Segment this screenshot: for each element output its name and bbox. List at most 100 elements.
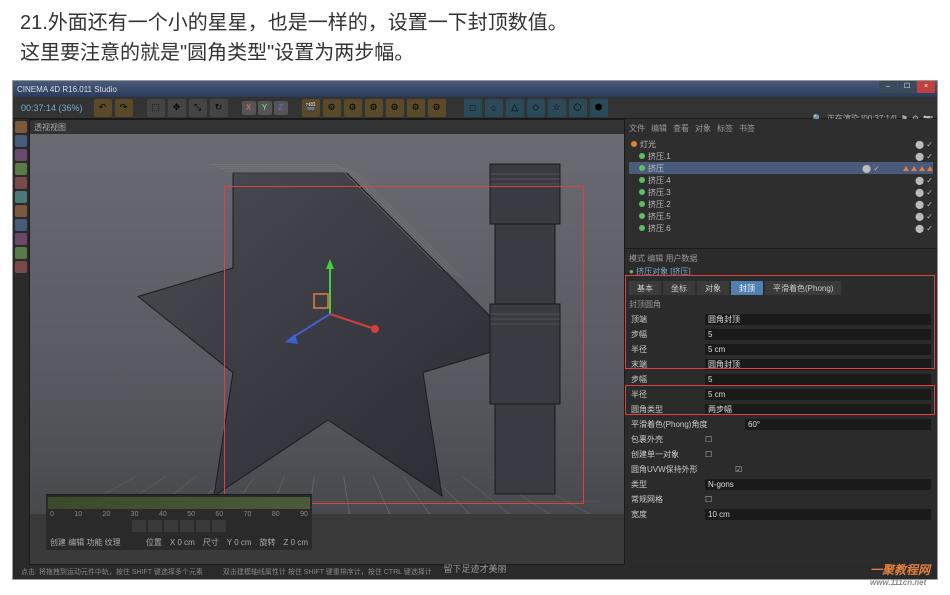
input[interactable]: 60°	[745, 419, 931, 430]
timeline[interactable]: 010 2030 4050 6070 8090	[46, 494, 312, 534]
attr-row: 圆角UVW保持外形☑	[629, 462, 933, 477]
attr-row: 类型N-gons	[629, 477, 933, 492]
hint-text: 双击建模轴线属性计 按住 SHIFT 键重排序计，按住 CTRL 键选择计	[223, 567, 432, 577]
input[interactable]: 5	[705, 374, 931, 385]
obj-tab[interactable]: 标签	[717, 123, 733, 134]
timeline-frames: 010 2030 4050 6070 8090	[46, 511, 312, 518]
tree-item: 挤压.4⬤ ✓	[629, 174, 933, 186]
render-icon[interactable]: 🎬	[302, 99, 320, 117]
object-manager[interactable]: 文件 编辑 查看 对象 标签 书签 灯光⬤ ✓ 挤压.1⬤ ✓ 挤压⬤ ✓ 挤压…	[625, 119, 937, 249]
watermark: 留下足迹才美丽	[443, 562, 506, 575]
tree-item: 挤压.6⬤ ✓	[629, 222, 933, 234]
rotate-tool-icon[interactable]: ↻	[210, 99, 228, 117]
titlebar: CINEMA 4D R16.011 Studio – ☐ ×	[13, 81, 937, 97]
minimize-button[interactable]: –	[879, 81, 897, 93]
checkbox[interactable]: ☑	[735, 465, 742, 474]
viewport[interactable]: 透视视图	[29, 119, 625, 565]
site-logo: 一聚教程网 www.111cn.net	[870, 561, 930, 587]
mode-icon[interactable]	[15, 177, 27, 189]
dropdown[interactable]: N-gons	[705, 479, 931, 490]
viewport-tab[interactable]: 透视视图	[34, 122, 66, 133]
select-tool-icon[interactable]: ⬚	[147, 99, 165, 117]
maximize-button[interactable]: ☐	[898, 81, 916, 93]
mode-icon[interactable]	[15, 219, 27, 231]
mode-icon[interactable]	[15, 149, 27, 161]
move-tool-icon[interactable]: ✥	[168, 99, 186, 117]
mode-icon[interactable]	[15, 205, 27, 217]
prev-frame-icon[interactable]	[148, 520, 162, 532]
tree-item: 挤压.1⬤ ✓	[629, 150, 933, 162]
timeline-track[interactable]	[48, 497, 310, 509]
instruction-line2: 这里要注意的就是"圆角类型"设置为两步幅。	[20, 38, 930, 68]
right-panels: 文件 编辑 查看 对象 标签 书签 灯光⬤ ✓ 挤压.1⬤ ✓ 挤压⬤ ✓ 挤压…	[625, 119, 937, 565]
tool-icon[interactable]: ⚙	[323, 99, 341, 117]
next-frame-icon[interactable]	[180, 520, 194, 532]
first-frame-icon[interactable]	[132, 520, 146, 532]
primitive-icon[interactable]: ⬢	[590, 99, 608, 117]
tree-item: 挤压⬤ ✓	[629, 162, 933, 174]
tree-item: 挤压.3⬤ ✓	[629, 186, 933, 198]
record-icon[interactable]	[212, 520, 226, 532]
play-icon[interactable]	[164, 520, 178, 532]
mode-icon[interactable]	[15, 121, 27, 133]
tree-item: 挤压.2⬤ ✓	[629, 198, 933, 210]
attr-header: 模式 编辑 用户数据	[629, 253, 933, 264]
attribute-manager[interactable]: 模式 编辑 用户数据 ● 挤压对象 [挤压] 基本 坐标 对象 封顶 平滑着色(…	[625, 249, 937, 565]
mode-icon[interactable]	[15, 163, 27, 175]
obj-tab[interactable]: 文件	[629, 123, 645, 134]
mode-icon[interactable]	[15, 135, 27, 147]
checkbox[interactable]: ☐	[705, 450, 712, 459]
redo-icon[interactable]: ↷	[115, 99, 133, 117]
app-title: CINEMA 4D R16.011 Studio	[17, 85, 117, 94]
tool-icon[interactable]: ⚙	[407, 99, 425, 117]
primitive-icon[interactable]: ☆	[548, 99, 566, 117]
tool-icon[interactable]: ⚙	[365, 99, 383, 117]
obj-tab[interactable]: 书签	[739, 123, 755, 134]
main-toolbar: 00:37:14 (36%) ↶ ↷ ⬚ ✥ ⤡ ↻ X Y Z 🎬 ⚙ ⚙ ⚙…	[13, 97, 937, 119]
tree-item: 灯光⬤ ✓	[629, 138, 933, 150]
undo-icon[interactable]: ↶	[94, 99, 112, 117]
attr-row: 平滑着色(Phong)角度60°	[629, 417, 933, 432]
attr-row: 常规网格☐	[629, 492, 933, 507]
highlight-box-viewport	[224, 186, 584, 504]
timeline-controls	[46, 520, 312, 532]
scale-tool-icon[interactable]: ⤡	[189, 99, 207, 117]
material-bar: 创建 编辑 功能 纹理 位置X 0 cm 尺寸Y 0 cm 旋转Z 0 cm	[46, 534, 312, 550]
input[interactable]: 10 cm	[705, 509, 931, 520]
y-axis[interactable]: Y	[258, 101, 272, 115]
primitive-icon[interactable]: ○	[485, 99, 503, 117]
frame-info: 00:37:14 (36%)	[21, 103, 83, 113]
object-tabs: 文件 编辑 查看 对象 标签 书签	[629, 123, 933, 134]
xyz-toggle[interactable]: X Y Z	[242, 101, 288, 115]
obj-tab[interactable]: 编辑	[651, 123, 667, 134]
primitive-icon[interactable]: △	[506, 99, 524, 117]
window-controls: – ☐ ×	[879, 81, 935, 93]
highlight-box-attrs2	[625, 385, 935, 415]
highlight-box-attrs1	[625, 275, 935, 369]
tool-icon[interactable]: ⚙	[386, 99, 404, 117]
checkbox[interactable]: ☐	[705, 495, 712, 504]
z-axis[interactable]: Z	[274, 101, 288, 115]
obj-tab[interactable]: 对象	[695, 123, 711, 134]
x-axis[interactable]: X	[242, 101, 256, 115]
close-button[interactable]: ×	[917, 81, 935, 93]
attr-row: 创建单一对象☐	[629, 447, 933, 462]
primitive-icon[interactable]: ◇	[527, 99, 545, 117]
viewport-content[interactable]	[30, 134, 624, 514]
mode-icon[interactable]	[15, 233, 27, 245]
obj-tab[interactable]: 查看	[673, 123, 689, 134]
object-tree[interactable]: 灯光⬤ ✓ 挤压.1⬤ ✓ 挤压⬤ ✓ 挤压.4⬤ ✓ 挤压.3⬤ ✓ 挤压.2…	[629, 138, 933, 234]
checkbox[interactable]: ☐	[705, 435, 712, 444]
attr-row: 宽度10 cm	[629, 507, 933, 522]
left-toolbar	[13, 119, 29, 565]
last-frame-icon[interactable]	[196, 520, 210, 532]
primitive-icon[interactable]: ⬡	[569, 99, 587, 117]
primitive-icon[interactable]: □	[464, 99, 482, 117]
hint-text: 点击: 将拖拽到运动元件中轨，按住 SHIFT 键选择多个元素	[21, 567, 203, 577]
instruction-line1: 21.外面还有一个小的星星，也是一样的，设置一下封顶数值。	[20, 8, 930, 38]
mode-icon[interactable]	[15, 247, 27, 259]
mode-icon[interactable]	[15, 261, 27, 273]
mode-icon[interactable]	[15, 191, 27, 203]
tool-icon[interactable]: ⚙	[428, 99, 446, 117]
tool-icon[interactable]: ⚙	[344, 99, 362, 117]
